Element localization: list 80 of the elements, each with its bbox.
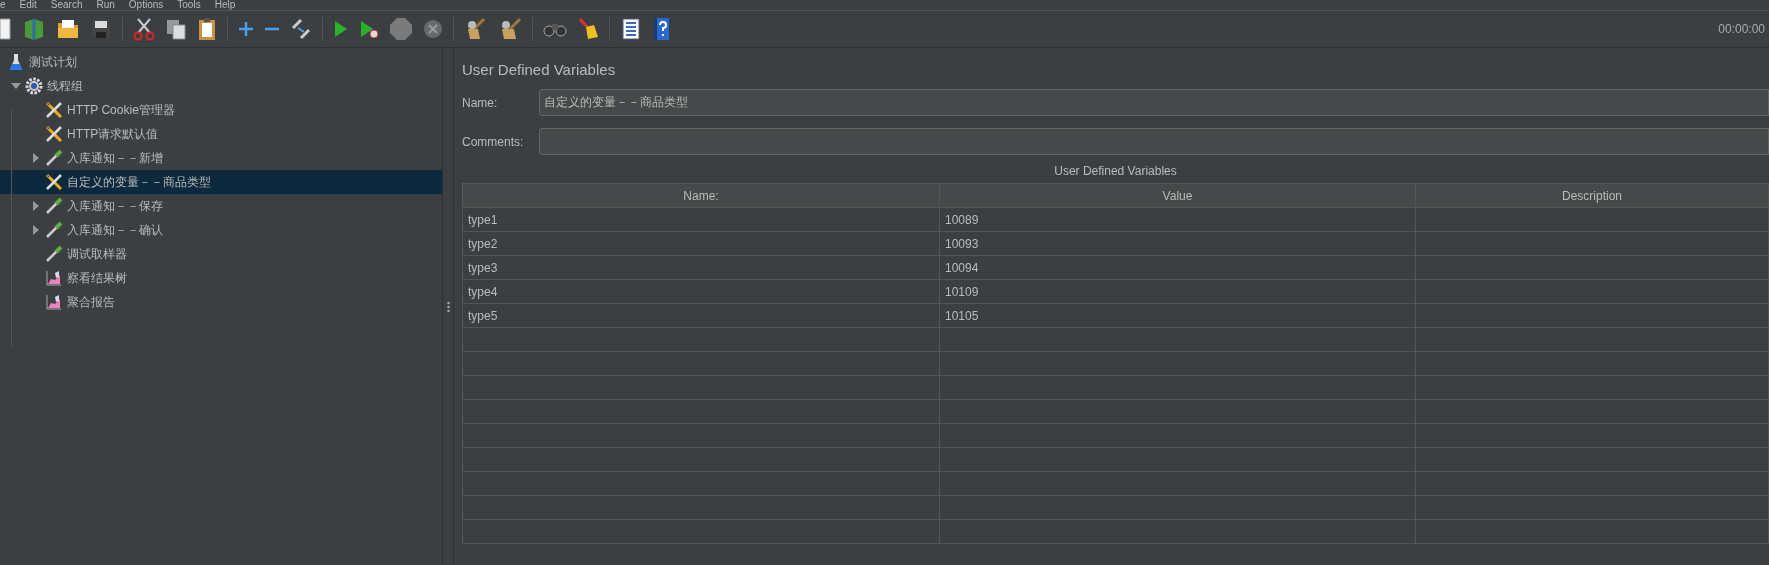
pipette-icon: [45, 221, 63, 239]
tree-item-label: 入库通知－－确认: [67, 222, 163, 239]
name-label: Name:: [462, 94, 499, 112]
table-cell: 10109: [940, 280, 1416, 303]
collapsed-arrow-icon[interactable]: [33, 201, 39, 211]
tree-item[interactable]: 入库通知－－保存: [0, 194, 442, 218]
plus-icon[interactable]: [238, 21, 254, 37]
tree-item[interactable]: 入库通知－－新增: [0, 146, 442, 170]
flask-icon: [9, 53, 23, 71]
panel-title: User Defined Variables: [462, 60, 616, 80]
tree-item-label: 测试计划: [29, 54, 77, 71]
splitter-grip-icon[interactable]: [446, 300, 450, 313]
comments-input-field[interactable]: [539, 128, 1769, 155]
comments-label: Comments:: [462, 133, 525, 151]
column-header[interactable]: Name:: [463, 184, 940, 207]
new-document-icon[interactable]: [0, 17, 12, 41]
scissors-icon[interactable]: [133, 17, 155, 41]
menu-item[interactable]: Help: [214, 0, 236, 10]
pipette-icon: [45, 149, 63, 167]
tree-item-label: HTTP请求默认值: [67, 126, 159, 143]
book-icon[interactable]: [22, 17, 46, 41]
folder-icon[interactable]: [56, 18, 80, 40]
tree-item-label: 察看结果树: [67, 270, 127, 287]
shutdown-icon[interactable]: [423, 19, 443, 39]
toggle-icon[interactable]: [290, 18, 312, 40]
table-cell: type3: [463, 256, 940, 279]
wrench-screwdriver-icon: [45, 173, 63, 191]
table-caption: User Defined Variables: [1054, 163, 1177, 180]
table-cell: 10105: [940, 304, 1416, 327]
graph-icon: [46, 270, 62, 286]
tree-item[interactable]: 测试计划: [0, 50, 442, 74]
tree-item-label: 聚合报告: [67, 294, 115, 311]
tree-item[interactable]: 调试取样器: [0, 242, 442, 266]
wrench-screwdriver-icon: [45, 125, 63, 143]
column-header[interactable]: Value: [940, 184, 1416, 207]
menu-item[interactable]: e: [0, 0, 6, 10]
list-icon[interactable]: [620, 18, 642, 40]
table-cell: 10089: [940, 208, 1416, 231]
pipette-icon: [45, 245, 63, 263]
tree-item-label: 调试取样器: [67, 246, 127, 263]
table-cell: 10093: [940, 232, 1416, 255]
play-no-pause-icon[interactable]: [359, 19, 379, 39]
tree-item[interactable]: 入库通知－－确认: [0, 218, 442, 242]
tree-item[interactable]: HTTP请求默认值: [0, 122, 442, 146]
collapsed-arrow-icon[interactable]: [33, 153, 39, 163]
tree-item-label: HTTP Cookie管理器: [67, 102, 175, 119]
pipette-icon: [45, 197, 63, 215]
tree-item[interactable]: 聚合报告: [0, 290, 442, 314]
tree-item-label: 入库通知－－保存: [67, 198, 163, 215]
column-header[interactable]: Description: [1416, 184, 1769, 207]
tree-item[interactable]: HTTP Cookie管理器: [0, 98, 442, 122]
tree-item-label: 入库通知－－新增: [67, 150, 163, 167]
play-icon[interactable]: [333, 19, 349, 39]
menu-item[interactable]: Options: [128, 0, 164, 10]
expanded-arrow-icon[interactable]: [11, 83, 21, 89]
menu-item[interactable]: Run: [96, 0, 115, 10]
menu-item[interactable]: Tools: [177, 0, 201, 10]
stop-icon[interactable]: [389, 17, 413, 41]
tree-item[interactable]: 自定义的变量－－商品类型: [0, 170, 442, 194]
help-book-icon[interactable]: [652, 17, 670, 41]
broom-icon[interactable]: [577, 17, 599, 41]
clipboard-icon[interactable]: [197, 17, 217, 41]
name-input-field[interactable]: 自定义的变量－－商品类型: [539, 89, 1769, 116]
menu-item[interactable]: Search: [50, 0, 83, 10]
tree-item[interactable]: 线程组: [0, 74, 442, 98]
wrench-screwdriver-icon: [45, 101, 63, 119]
tree-item-label: 自定义的变量－－商品类型: [67, 174, 211, 191]
menu-item[interactable]: Edit: [19, 0, 37, 10]
table-cell: type4: [463, 280, 940, 303]
table-cell: type5: [463, 304, 940, 327]
elapsed-time: 00:00:00: [1718, 21, 1765, 38]
copy-icon[interactable]: [165, 18, 187, 40]
table-cell: 10094: [940, 256, 1416, 279]
gear-icon: [25, 77, 43, 95]
table-cell: type2: [463, 232, 940, 255]
graph-icon: [46, 294, 62, 310]
collapsed-arrow-icon[interactable]: [33, 225, 39, 235]
tree-item[interactable]: 察看结果树: [0, 266, 442, 290]
table-cell: type1: [463, 208, 940, 231]
tree-item-label: 线程组: [47, 78, 83, 95]
